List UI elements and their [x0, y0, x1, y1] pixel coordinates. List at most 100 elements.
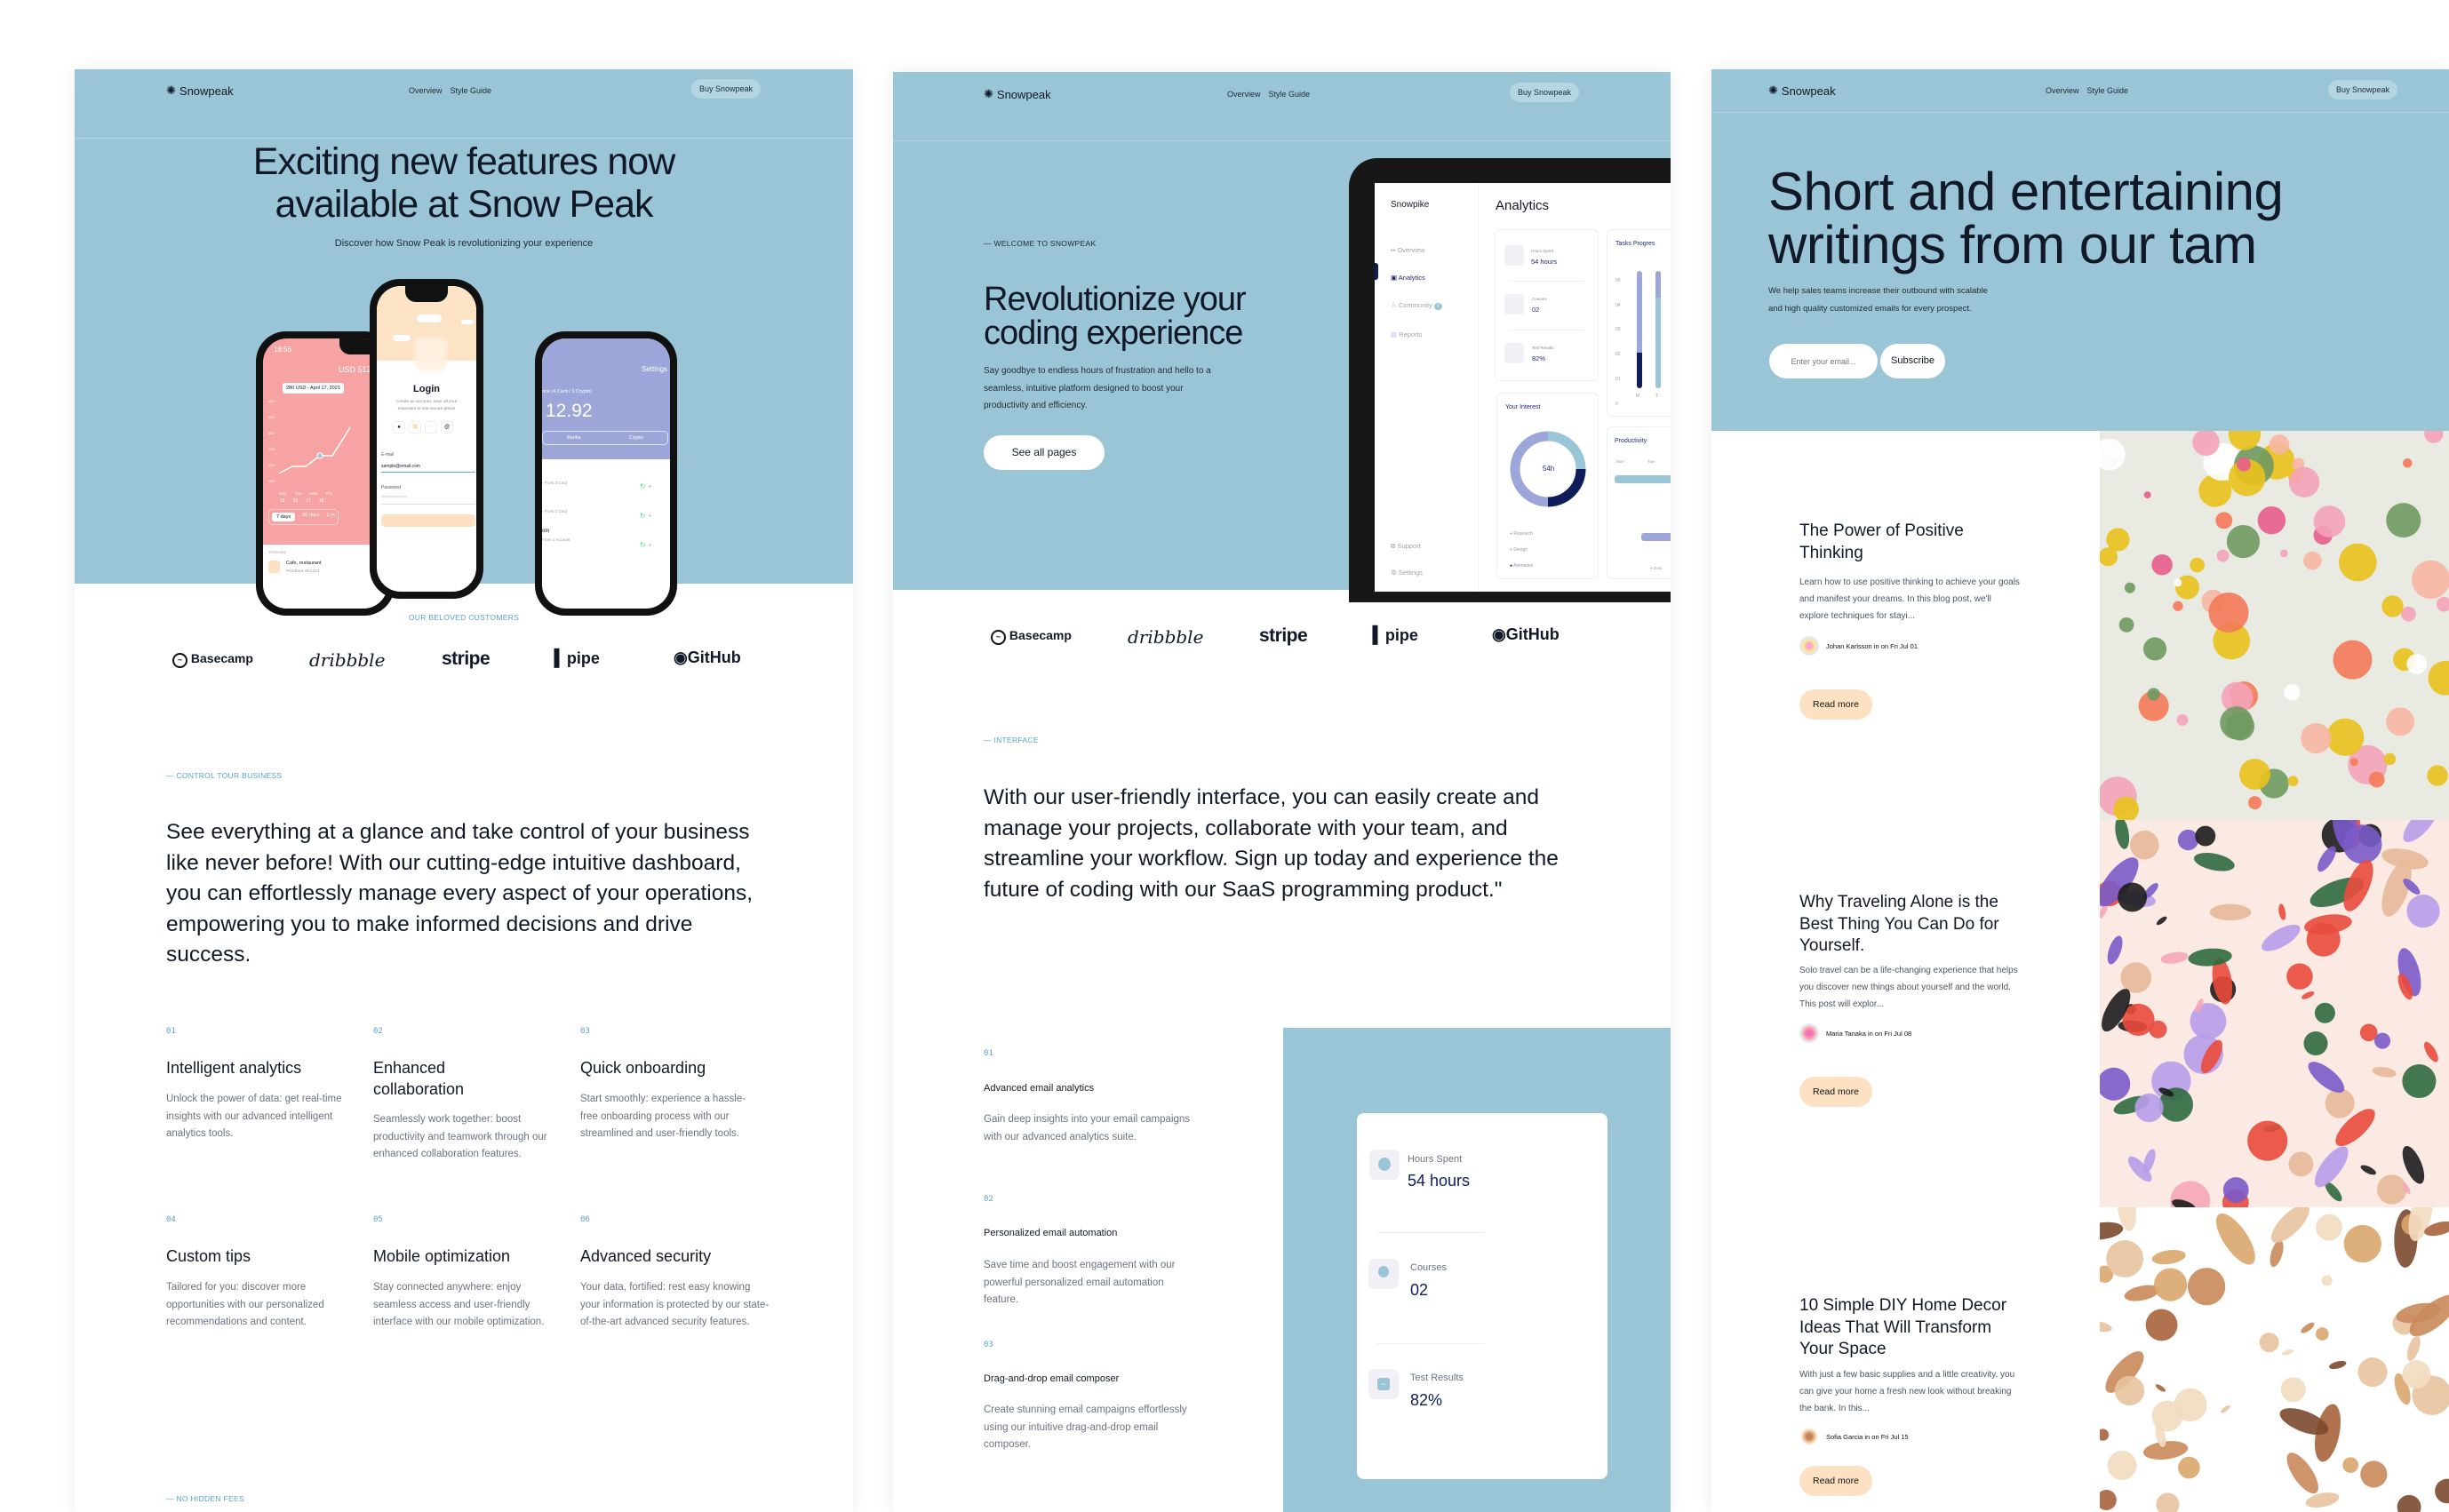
pattern-shape: [2107, 1451, 2137, 1481]
footer-label: — NO HIDDEN FEES: [166, 1494, 244, 1503]
snowflake-icon: ✺: [1768, 84, 1778, 97]
top-nav: ✺ Snowpeak Overview Style Guide Buy Snowpe…: [893, 72, 1671, 141]
cloud-icon: [461, 320, 474, 324]
feature-desc: Save time and boost engagement with our …: [984, 1260, 1176, 1305]
login-title: Login: [413, 384, 440, 394]
landing-page-coding: ✺ Snowpeak Overview Style Guide Buy Snowpe…: [893, 72, 1671, 1512]
pattern-shape: [2174, 578, 2182, 587]
pattern-shape: [2376, 1174, 2407, 1205]
read-more-button[interactable]: Read more: [1799, 1466, 1872, 1496]
author-avatar: [1799, 1427, 1819, 1446]
pattern-shape: [2222, 1177, 2249, 1203]
pattern-shape: [2333, 640, 2373, 680]
menu-support[interactable]: ⧉ Support: [1391, 533, 1423, 560]
feature-title: Advanced security: [580, 1247, 712, 1265]
nav-style-guide[interactable]: Style Guide: [2087, 86, 2129, 95]
apple-login-icon[interactable]: ●: [393, 421, 405, 434]
nav-overview[interactable]: Overview: [2046, 86, 2079, 95]
email-input[interactable]: [1769, 344, 1878, 378]
pattern-shape: [2374, 1032, 2391, 1049]
pattern-shape: [2120, 962, 2152, 993]
article-title[interactable]: Why Traveling Alone is the Best Thing Yo…: [1799, 892, 2022, 958]
article-title[interactable]: 10 Simple DIY Home Decor Ideas That Will…: [1799, 1295, 2022, 1361]
task-bar-m: [1637, 271, 1642, 388]
feature-desc: Tailored for you: discover more opportun…: [166, 1282, 324, 1327]
facebook-login-icon[interactable]: f: [425, 421, 437, 434]
pattern-shape: [2142, 637, 2167, 661]
google-login-icon[interactable]: G: [409, 421, 421, 434]
award-ribbon-icon: [1368, 1259, 1399, 1289]
menu-community[interactable]: ♙ Community 2: [1391, 291, 1442, 321]
logo[interactable]: ✺ Snowpeak: [984, 87, 1051, 101]
pattern-shape: [2402, 1064, 2437, 1099]
see-all-pages-button[interactable]: See all pages: [984, 435, 1105, 470]
feature-title: Advanced email analytics: [984, 1083, 1095, 1094]
logo[interactable]: ✺ Snowpeak: [1768, 84, 1836, 98]
pattern-shape: [2257, 505, 2286, 535]
logo[interactable]: ✺ Snowpeak: [166, 84, 234, 98]
buy-button[interactable]: Buy Snowpeak: [2328, 80, 2398, 99]
article-excerpt: With just a few basic supplies and a lit…: [1799, 1370, 2015, 1413]
pipe-logo: ▍pipe: [1373, 626, 1418, 644]
feature-desc: Gain deep insights into your email campa…: [984, 1114, 1191, 1142]
read-more-button[interactable]: Read more: [1799, 689, 1872, 720]
section-label: — INTERFACE: [984, 736, 1039, 744]
pattern-shape: [2153, 1268, 2188, 1301]
pattern-shape: [2216, 549, 2230, 562]
pattern-shape: [2286, 963, 2313, 990]
range-30-days[interactable]: 30 days: [302, 513, 319, 521]
pattern-shape: [2402, 458, 2413, 468]
menu-reports[interactable]: ▤ Reports: [1391, 321, 1442, 348]
section-label: — CONTROL TOUR BUSINESS: [166, 771, 283, 780]
chart-line-icon: ~: [1368, 1369, 1399, 1399]
pattern-shape: [2411, 560, 2449, 600]
nav-style-guide[interactable]: Style Guide: [451, 86, 492, 95]
read-more-button[interactable]: Read more: [1799, 1077, 1872, 1107]
password-input[interactable]: ***************: [381, 496, 475, 505]
stats-section: Hours Spent 54 hours Courses 02 ~ Test R…: [1283, 1028, 1671, 1512]
pattern-shape: [2326, 718, 2365, 756]
article-title[interactable]: The Power of Positive Thinking: [1799, 521, 2022, 564]
email-input[interactable]: sample@email.com: [381, 464, 475, 473]
pattern-shape: [2368, 771, 2385, 788]
section-text: With our user-friendly interface, you ca…: [984, 785, 1559, 902]
customers-label: OUR BELOVED CUSTOMERS: [408, 613, 520, 622]
login-button[interactable]: [381, 514, 475, 527]
pattern-shape: [2360, 1460, 2388, 1488]
pattern-shape: [2220, 706, 2254, 740]
pattern-shape: [2134, 1093, 2164, 1123]
hero-desc-line-1: We help sales teams increase their outbo…: [1768, 286, 1988, 296]
hero-title-line-1: Exciting new features now: [252, 140, 676, 183]
nav-style-guide[interactable]: Style Guide: [1269, 90, 1311, 99]
email-login-icon[interactable]: @: [441, 421, 453, 434]
pattern-shape: [2173, 601, 2183, 611]
feature-desc: Create stunning email campaigns effortle…: [984, 1405, 1187, 1450]
pattern-shape: [2248, 796, 2262, 810]
pattern-shape: [2176, 713, 2189, 726]
buy-button[interactable]: Buy Snowpeak: [1510, 83, 1580, 102]
pattern-shape: [2284, 684, 2301, 701]
range-7-days[interactable]: 7 days: [272, 513, 296, 521]
pattern-shape: [2401, 606, 2416, 622]
hero-desc-line-2: and high quality customized emails for e…: [1768, 304, 1972, 314]
blog-page: ✺ Snowpeak Overview Style Guide Buy Snowpe…: [1711, 69, 2449, 1512]
menu-overview[interactable]: ▪▪ Overview: [1391, 236, 1442, 264]
article-meta: Sofia Garcia in on Fri Jul 15: [1826, 1432, 1909, 1441]
subscribe-button[interactable]: Subscribe: [1880, 344, 1945, 378]
feature-title: Drag-and-drop email composer: [984, 1373, 1120, 1384]
basecamp-logo: ~ Basecamp: [172, 651, 253, 668]
menu-analytics[interactable]: ▣ Analytics: [1391, 264, 1442, 291]
interest-card: Your Interest 54h ● Research ● Design ● …: [1496, 393, 1599, 579]
nav-overview[interactable]: Overview: [1227, 90, 1261, 99]
hero-title-line-2: coding experience: [984, 314, 1243, 352]
menu-settings[interactable]: ⚙ Settings: [1391, 560, 1423, 586]
pattern-shape: [2178, 1456, 2200, 1479]
buy-button[interactable]: Buy Snowpeak: [691, 79, 762, 99]
snowflake-icon: ✺: [984, 87, 993, 100]
pipe-logo: ▍pipe: [554, 649, 600, 667]
pattern-shape: [2177, 829, 2199, 851]
pattern-shape: [2190, 1003, 2227, 1039]
feature-desc: Stay connected anywhere: enjoy seamless …: [373, 1282, 545, 1327]
nav-overview[interactable]: Overview: [409, 86, 443, 95]
pattern-shape: [2386, 707, 2415, 736]
